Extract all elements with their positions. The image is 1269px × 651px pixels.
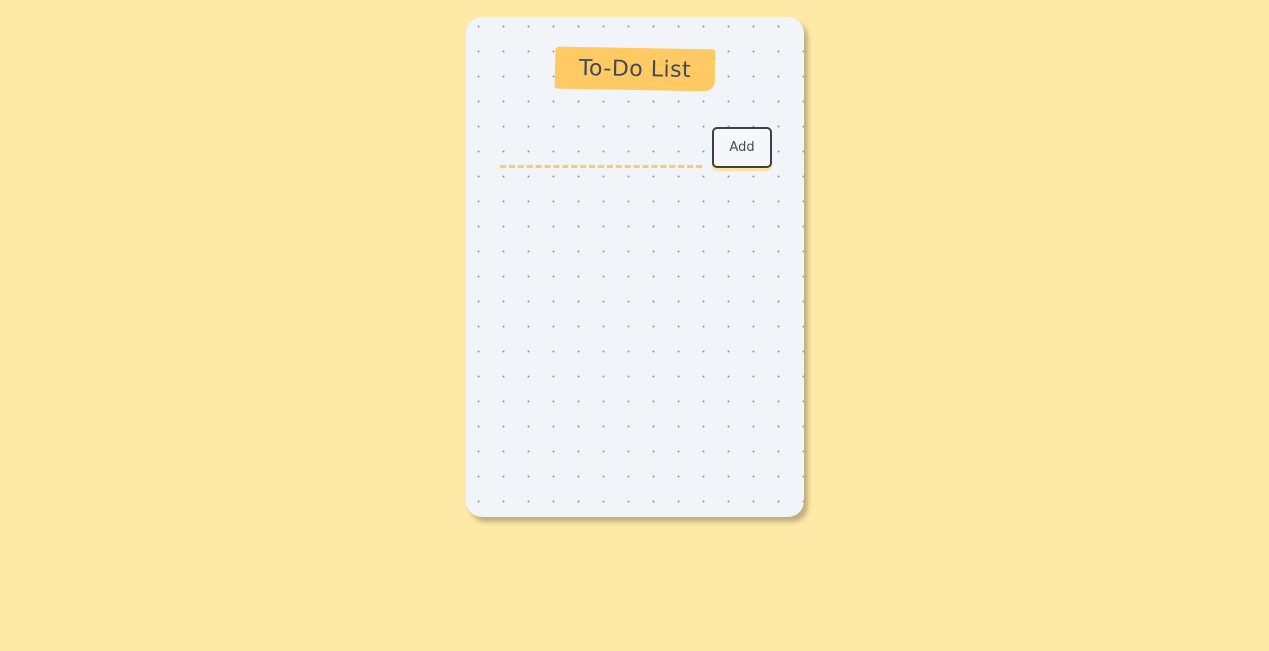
title-banner: To-Do List [554,46,716,92]
new-task-form: Add [500,127,772,171]
todo-card: To-Do List Add [466,17,804,517]
add-button[interactable]: Add [712,127,772,168]
new-task-input[interactable] [500,135,702,168]
page-title: To-Do List [578,55,692,83]
